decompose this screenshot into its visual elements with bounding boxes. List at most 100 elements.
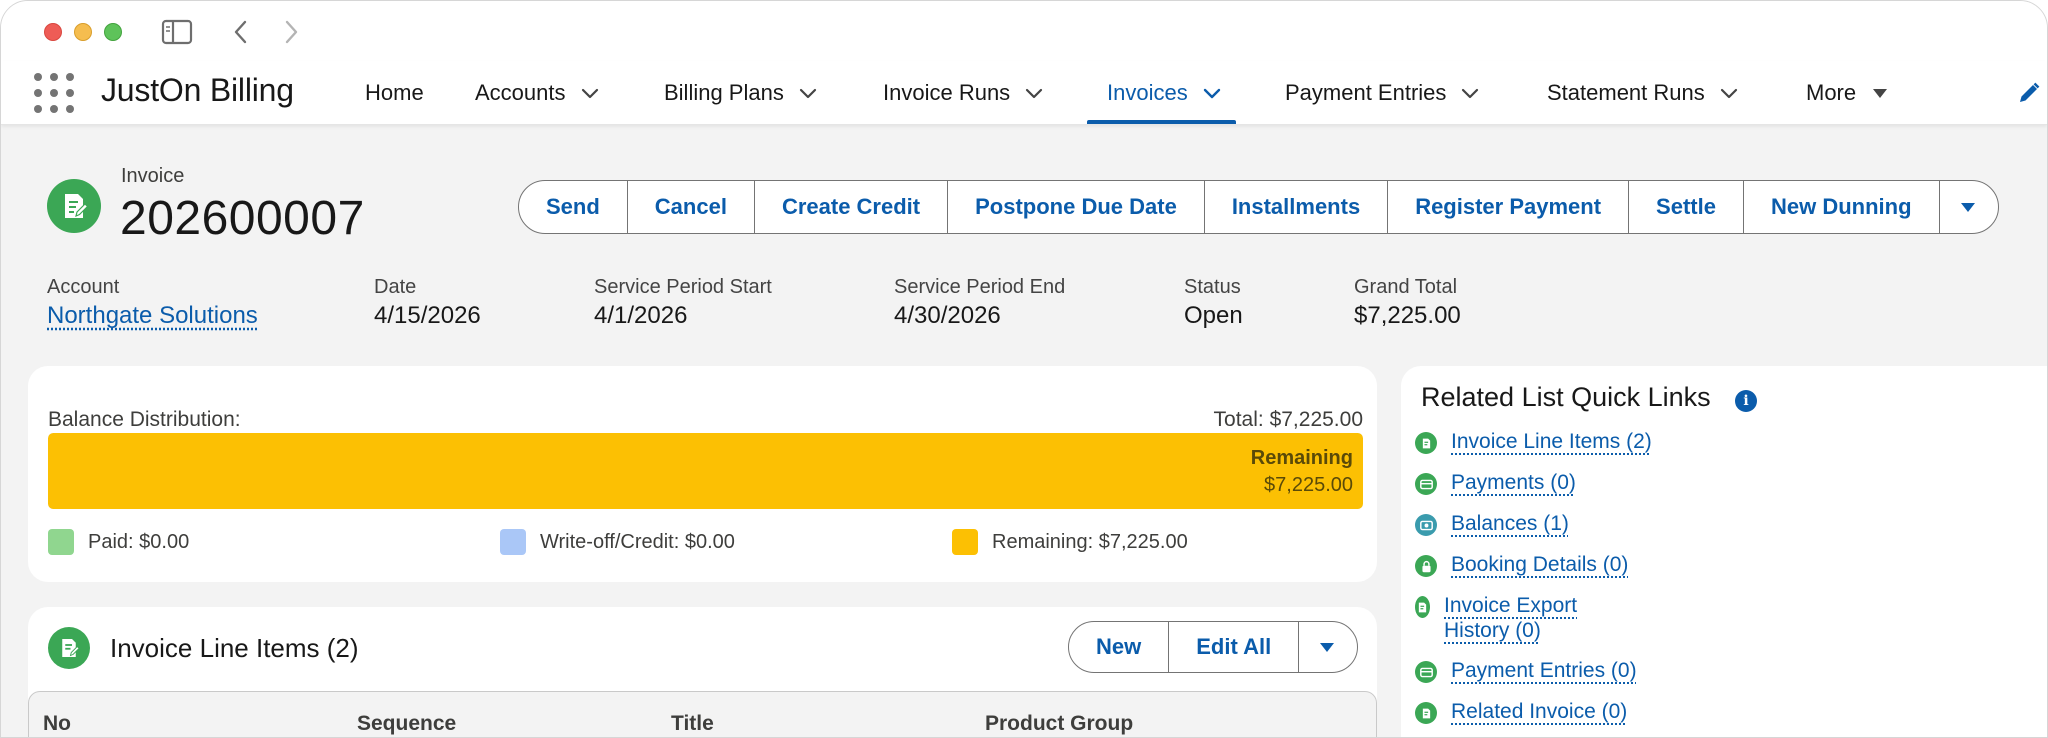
nav-item-label: Invoices <box>1107 79 1188 105</box>
edit-all-button[interactable]: Edit All <box>1169 622 1300 672</box>
browser-window: JustOn Billing Home Accounts Billing Pla… <box>0 0 2048 738</box>
quick-link-related-invoice[interactable]: Related Invoice (0) <box>1415 699 1627 724</box>
field-label: Status <box>1184 276 1241 298</box>
caret-down-icon[interactable] <box>1870 83 1890 103</box>
send-button[interactable]: Send <box>519 181 628 233</box>
nav-item-label: Accounts <box>475 79 566 105</box>
line-items-table-header: No Sequence Title Product Group <box>28 691 1377 737</box>
invoice-icon <box>1415 702 1437 724</box>
field-value: $7,225.00 <box>1354 302 1461 329</box>
balance-distribution-card: Balance Distribution: Total: $7,225.00 R… <box>28 366 1377 582</box>
invoice-line-items-title: Invoice Line Items (2) <box>110 633 359 663</box>
quick-link-label[interactable]: Payments (0) <box>1451 470 1576 495</box>
field-label: Date <box>374 276 417 298</box>
field-value: 4/1/2026 <box>594 302 688 329</box>
invoice-icon <box>1415 596 1431 618</box>
info-icon[interactable]: i <box>1735 390 1757 412</box>
nav-item-more[interactable]: More <box>1806 61 1890 124</box>
quick-link-booking-details[interactable]: Booking Details (0) <box>1415 552 1628 577</box>
nav-item-label: Billing Plans <box>664 79 784 105</box>
cash-icon <box>1415 514 1437 536</box>
field-label: Account <box>47 276 120 298</box>
zoom-window-button[interactable] <box>104 23 122 41</box>
quick-link-label[interactable]: Invoice Line Items (2) <box>1451 429 1652 454</box>
app-name: JustOn Billing <box>101 72 294 108</box>
quick-link-label[interactable]: Payment Entries (0) <box>1451 658 1637 683</box>
edit-nav-pencil-icon[interactable] <box>2017 81 2041 105</box>
column-header-title[interactable]: Title <box>671 712 714 736</box>
quick-link-payment-entries[interactable]: Payment Entries (0) <box>1415 658 1637 683</box>
chevron-down-icon[interactable] <box>1024 83 1044 103</box>
nav-item-invoices[interactable]: Invoices <box>1087 61 1236 124</box>
create-credit-button[interactable]: Create Credit <box>755 181 949 233</box>
invoice-line-items-card: Invoice Line Items (2) New Edit All No S… <box>28 607 1377 737</box>
postpone-due-date-button[interactable]: Postpone Due Date <box>948 181 1205 233</box>
register-payment-button[interactable]: Register Payment <box>1388 181 1630 233</box>
field-account: Account Northgate Solutions <box>47 275 258 331</box>
field-service-period-start: Service Period Start 4/1/2026 <box>594 275 772 331</box>
forward-arrow-icon[interactable] <box>283 19 299 45</box>
invoice-icon <box>47 179 101 233</box>
sidebar-toggle-icon[interactable] <box>161 19 193 45</box>
field-value: 4/15/2026 <box>374 302 481 329</box>
quick-link-invoice-export-history[interactable]: Invoice Export History (0) <box>1415 593 1605 643</box>
nav-item-label: Statement Runs <box>1547 79 1705 105</box>
nav-item-accounts[interactable]: Accounts <box>475 61 600 124</box>
new-line-item-button[interactable]: New <box>1069 622 1170 672</box>
nav-item-payment-entries[interactable]: Payment Entries <box>1285 61 1480 124</box>
remaining-bar-value: $7,225.00 <box>1264 474 1353 496</box>
more-actions-button[interactable] <box>1940 181 1998 233</box>
nav-item-label: Payment Entries <box>1285 79 1447 105</box>
legend-swatch <box>48 529 74 555</box>
caret-down-icon <box>1960 203 1975 212</box>
chevron-down-icon[interactable] <box>1719 83 1739 103</box>
quick-link-label[interactable]: Balances (1) <box>1451 511 1569 536</box>
card-icon <box>1415 473 1437 495</box>
quick-link-payments[interactable]: Payments (0) <box>1415 470 1576 495</box>
cancel-button[interactable]: Cancel <box>628 181 755 233</box>
quick-link-invoice-line-items[interactable]: Invoice Line Items (2) <box>1415 429 1652 454</box>
chevron-down-icon[interactable] <box>1460 83 1480 103</box>
column-header-product-group[interactable]: Product Group <box>985 712 1133 736</box>
account-link[interactable]: Northgate Solutions <box>47 301 258 331</box>
remaining-bar-label: Remaining $7,225.00 <box>1251 445 1353 499</box>
nav-item-home[interactable]: Home <box>365 61 424 124</box>
caret-down-icon <box>1320 643 1335 652</box>
quick-link-label[interactable]: Invoice Export History (0) <box>1444 593 1605 643</box>
chevron-down-icon[interactable] <box>798 83 818 103</box>
column-header-sequence[interactable]: Sequence <box>357 712 456 736</box>
installments-button[interactable]: Installments <box>1205 181 1389 233</box>
lock-icon <box>1415 555 1437 577</box>
minimize-window-button[interactable] <box>74 23 92 41</box>
legend-label: Write-off/Credit: $0.00 <box>540 530 735 553</box>
quick-link-label[interactable]: Related Invoice (0) <box>1451 699 1627 724</box>
legend-label: Paid: $0.00 <box>88 530 190 553</box>
quick-link-label[interactable]: Booking Details (0) <box>1451 552 1628 577</box>
chevron-down-icon[interactable] <box>580 83 600 103</box>
column-header-no[interactable]: No <box>43 712 71 736</box>
balance-total: Total: $7,225.00 <box>1213 408 1363 431</box>
field-label: Service Period End <box>894 276 1066 298</box>
balance-bar: Remaining $7,225.00 <box>48 433 1363 509</box>
close-window-button[interactable] <box>44 23 62 41</box>
field-value: 4/30/2026 <box>894 302 1001 329</box>
nav-item-statement-runs[interactable]: Statement Runs <box>1547 61 1739 124</box>
field-grand-total: Grand Total $7,225.00 <box>1354 275 1461 331</box>
nav-item-label: Invoice Runs <box>883 79 1011 105</box>
app-launcher-icon[interactable] <box>34 73 74 113</box>
chevron-down-icon[interactable] <box>1202 83 1222 103</box>
nav-item-billing-plans[interactable]: Billing Plans <box>664 61 818 124</box>
back-arrow-icon[interactable] <box>233 19 249 45</box>
app-navigation-bar: JustOn Billing Home Accounts Billing Pla… <box>1 61 2047 125</box>
balance-title: Balance Distribution: <box>48 408 241 431</box>
field-label: Grand Total <box>1354 276 1458 298</box>
new-dunning-button[interactable]: New Dunning <box>1744 181 1940 233</box>
remaining-bar-segment: Remaining $7,225.00 <box>48 433 1363 509</box>
related-list-quick-links-card: Related List Quick Links i Invoice Line … <box>1401 366 2047 737</box>
line-items-more-button[interactable] <box>1299 622 1357 672</box>
nav-item-invoice-runs[interactable]: Invoice Runs <box>883 61 1044 124</box>
field-label: Service Period Start <box>594 276 772 298</box>
settle-button[interactable]: Settle <box>1629 181 1744 233</box>
quick-link-balances[interactable]: Balances (1) <box>1415 511 1569 536</box>
card-icon <box>1415 661 1437 683</box>
